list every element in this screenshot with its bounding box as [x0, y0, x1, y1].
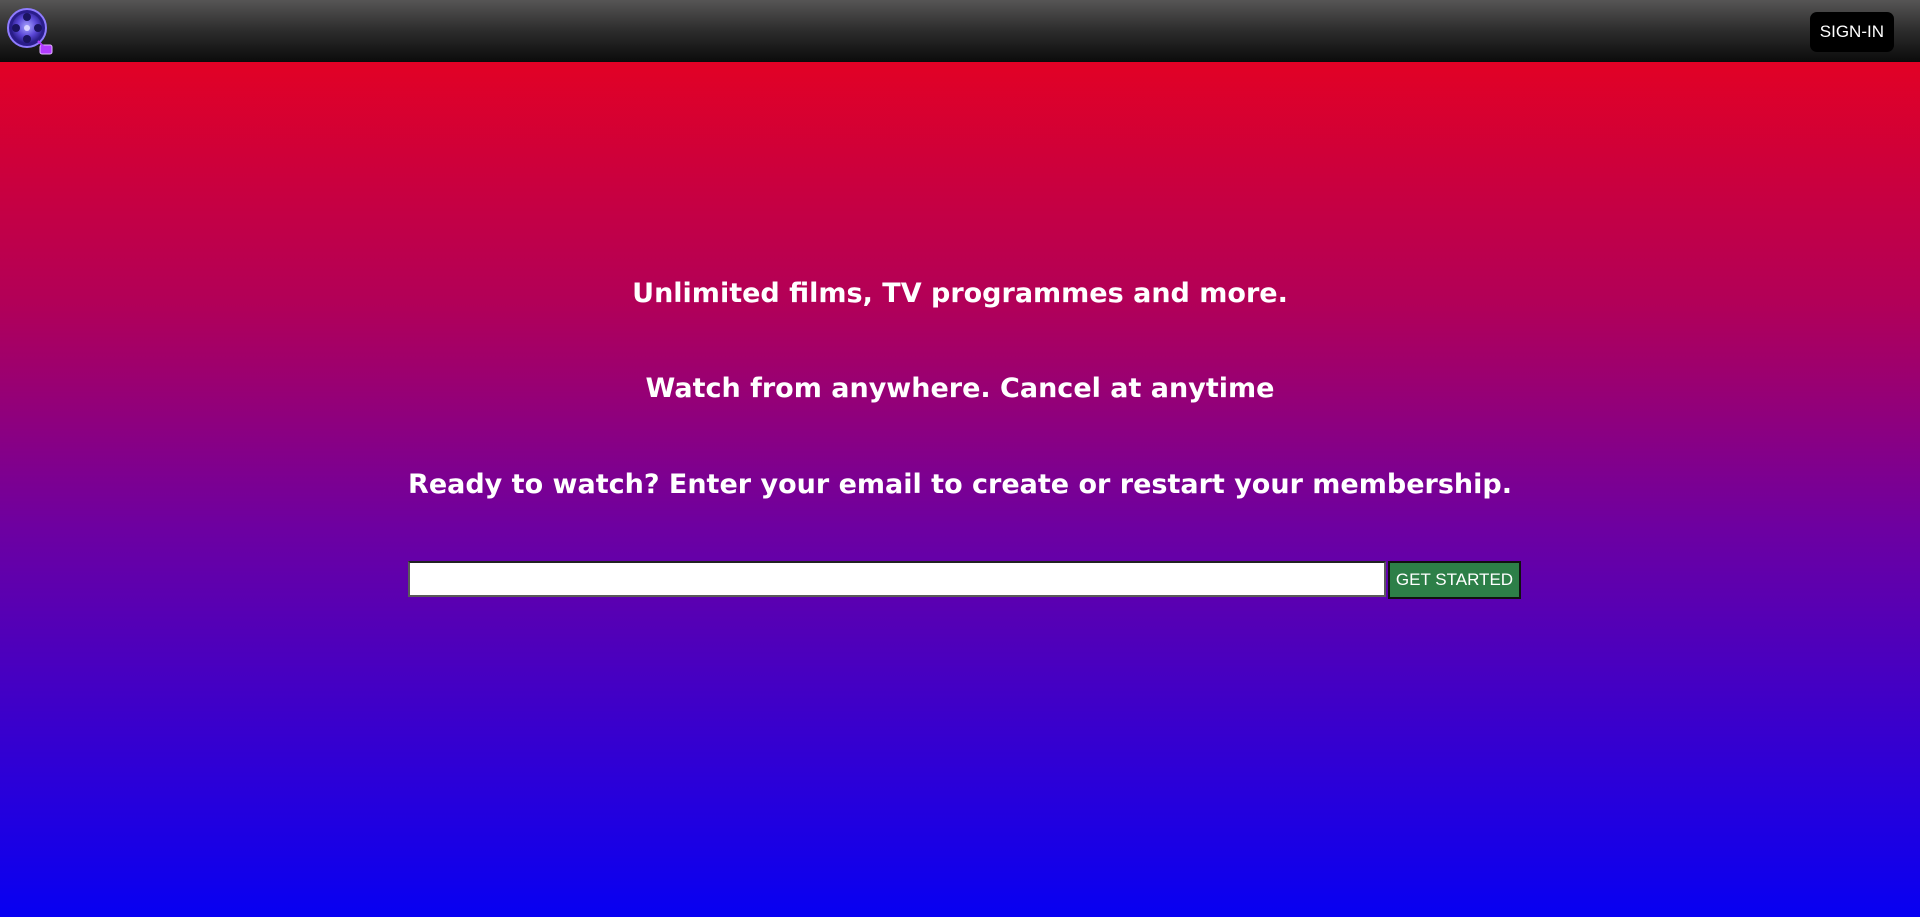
- email-input[interactable]: [408, 561, 1386, 597]
- email-signup-form: GET STARTED: [408, 561, 1521, 599]
- hero-headline: Unlimited films, TV programmes and more.: [632, 278, 1288, 309]
- top-bar: SIGN-IN: [0, 0, 1920, 62]
- hero-call-to-action: Ready to watch? Enter your email to crea…: [408, 469, 1512, 500]
- landing-page: SIGN-IN Unlimited films, TV programmes a…: [0, 0, 1920, 917]
- hero-subheadline: Watch from anywhere. Cancel at anytime: [645, 373, 1275, 404]
- film-reel-logo-icon[interactable]: [7, 8, 55, 56]
- get-started-button[interactable]: GET STARTED: [1388, 561, 1521, 599]
- sign-in-button[interactable]: SIGN-IN: [1809, 12, 1894, 52]
